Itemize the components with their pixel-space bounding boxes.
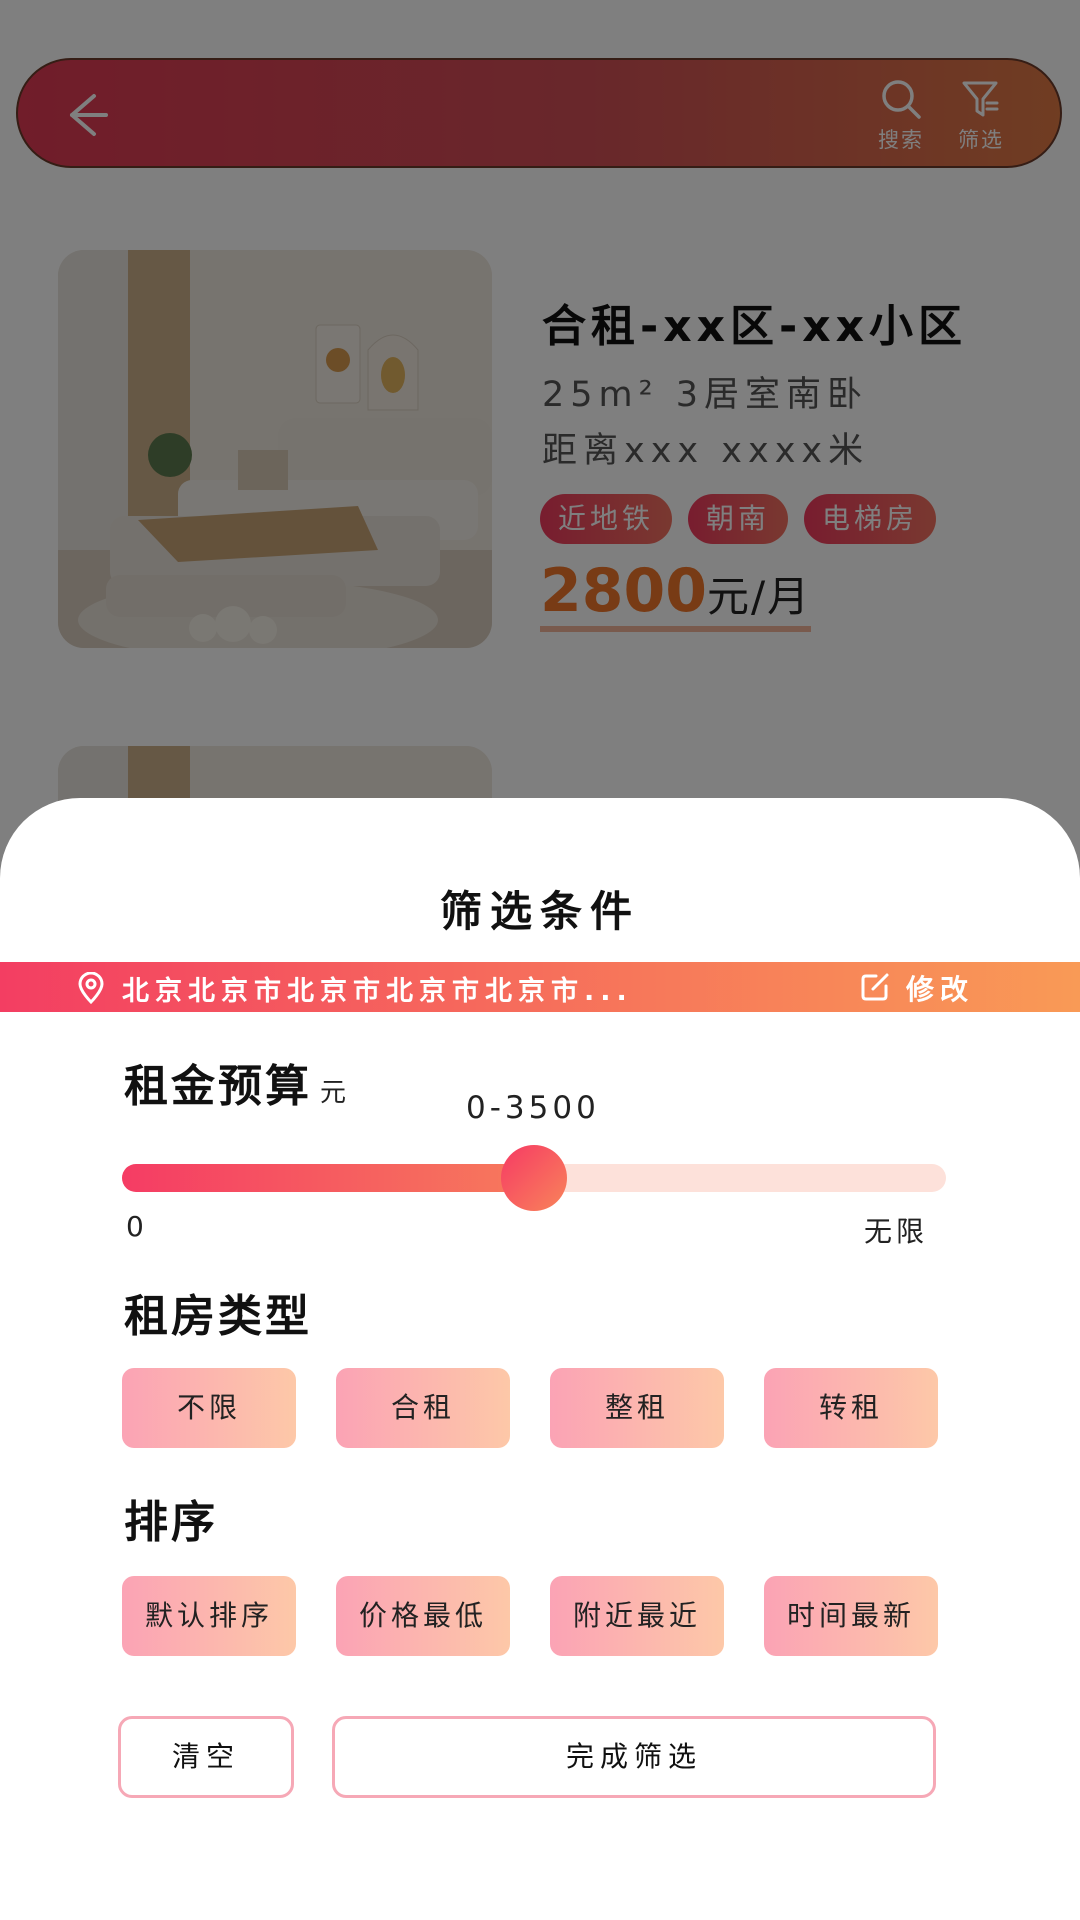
sort-options: 默认排序 价格最低 附近最近 时间最新 [122,1576,938,1656]
clear-button[interactable]: 清空 [118,1716,294,1798]
rent-type-options: 不限 合租 整租 转租 [122,1368,938,1448]
budget-slider-thumb[interactable] [501,1145,567,1211]
app-screen: 搜索 筛选 [0,0,1080,1920]
budget-max-label: 无限 [864,1215,929,1248]
budget-range-value: 0-3500 [466,1090,600,1126]
budget-slider-fill [122,1164,534,1192]
budget-label-text: 租金预算 [124,1061,312,1112]
budget-label: 租金预算元 [124,1050,349,1114]
location-pin-icon [78,972,104,1004]
edit-label: 修改 [906,973,975,1006]
apply-filter-button[interactable]: 完成筛选 [332,1716,936,1798]
rent-type-option[interactable]: 不限 [122,1368,296,1448]
sort-option[interactable]: 附近最近 [550,1576,724,1656]
rent-type-option[interactable]: 合租 [336,1368,510,1448]
sort-option[interactable]: 默认排序 [122,1576,296,1656]
sort-label: 排序 [124,1497,218,1548]
sort-option[interactable]: 时间最新 [764,1576,938,1656]
budget-slider-track[interactable] [122,1145,946,1211]
filter-sheet: 筛选条件 北京北京市北京市北京市北京市... 修改 租金预算元 0-3500 0… [0,798,1080,1920]
rent-type-option[interactable]: 整租 [550,1368,724,1448]
edit-icon [861,973,889,1001]
budget-min-label: 0 [126,1210,144,1243]
rent-type-option[interactable]: 转租 [764,1368,938,1448]
sheet-title: 筛选条件 [439,887,640,936]
sort-option[interactable]: 价格最低 [336,1576,510,1656]
rent-type-label: 租房类型 [124,1291,312,1342]
location-text: 北京北京市北京市北京市北京市... [122,976,633,1007]
location-bar: 北京北京市北京市北京市北京市... 修改 [0,962,1080,1012]
budget-unit: 元 [320,1078,350,1108]
